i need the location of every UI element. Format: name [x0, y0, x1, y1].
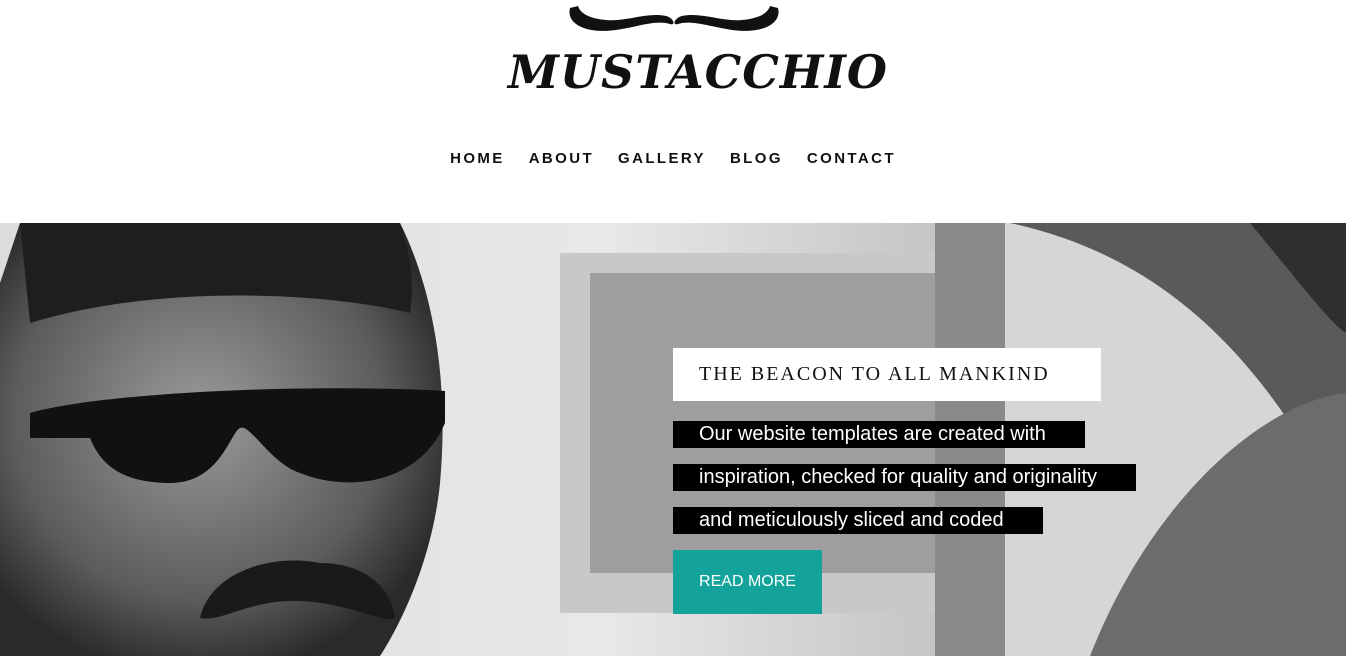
nav-about[interactable]: ABOUT	[517, 148, 606, 170]
hero-text-line: inspiration, checked for quality and ori…	[673, 464, 1136, 491]
hero-banner: THE BEACON TO ALL MANKIND Our website te…	[0, 223, 1346, 656]
hero-text-line: and meticulously sliced and coded	[673, 507, 1043, 534]
nav-home[interactable]: HOME	[438, 148, 517, 170]
mustache-icon	[569, 6, 779, 31]
hero-title: THE BEACON TO ALL MANKIND	[673, 348, 1101, 401]
nav-contact[interactable]: CONTACT	[795, 148, 908, 170]
main-nav: HOME ABOUT GALLERY BLOG CONTACT	[0, 148, 1346, 170]
hero-text-line: Our website templates are created with	[673, 421, 1085, 448]
site-logo[interactable]: MUSTACCHIO	[508, 4, 888, 104]
nav-blog[interactable]: BLOG	[718, 148, 795, 170]
read-more-button[interactable]: READ MORE	[673, 550, 822, 614]
logo-wordmark: MUSTACCHIO	[508, 45, 888, 99]
site-header: MUSTACCHIO HOME ABOUT GALLERY BLOG CONTA…	[0, 0, 1346, 223]
nav-gallery[interactable]: GALLERY	[606, 148, 718, 170]
